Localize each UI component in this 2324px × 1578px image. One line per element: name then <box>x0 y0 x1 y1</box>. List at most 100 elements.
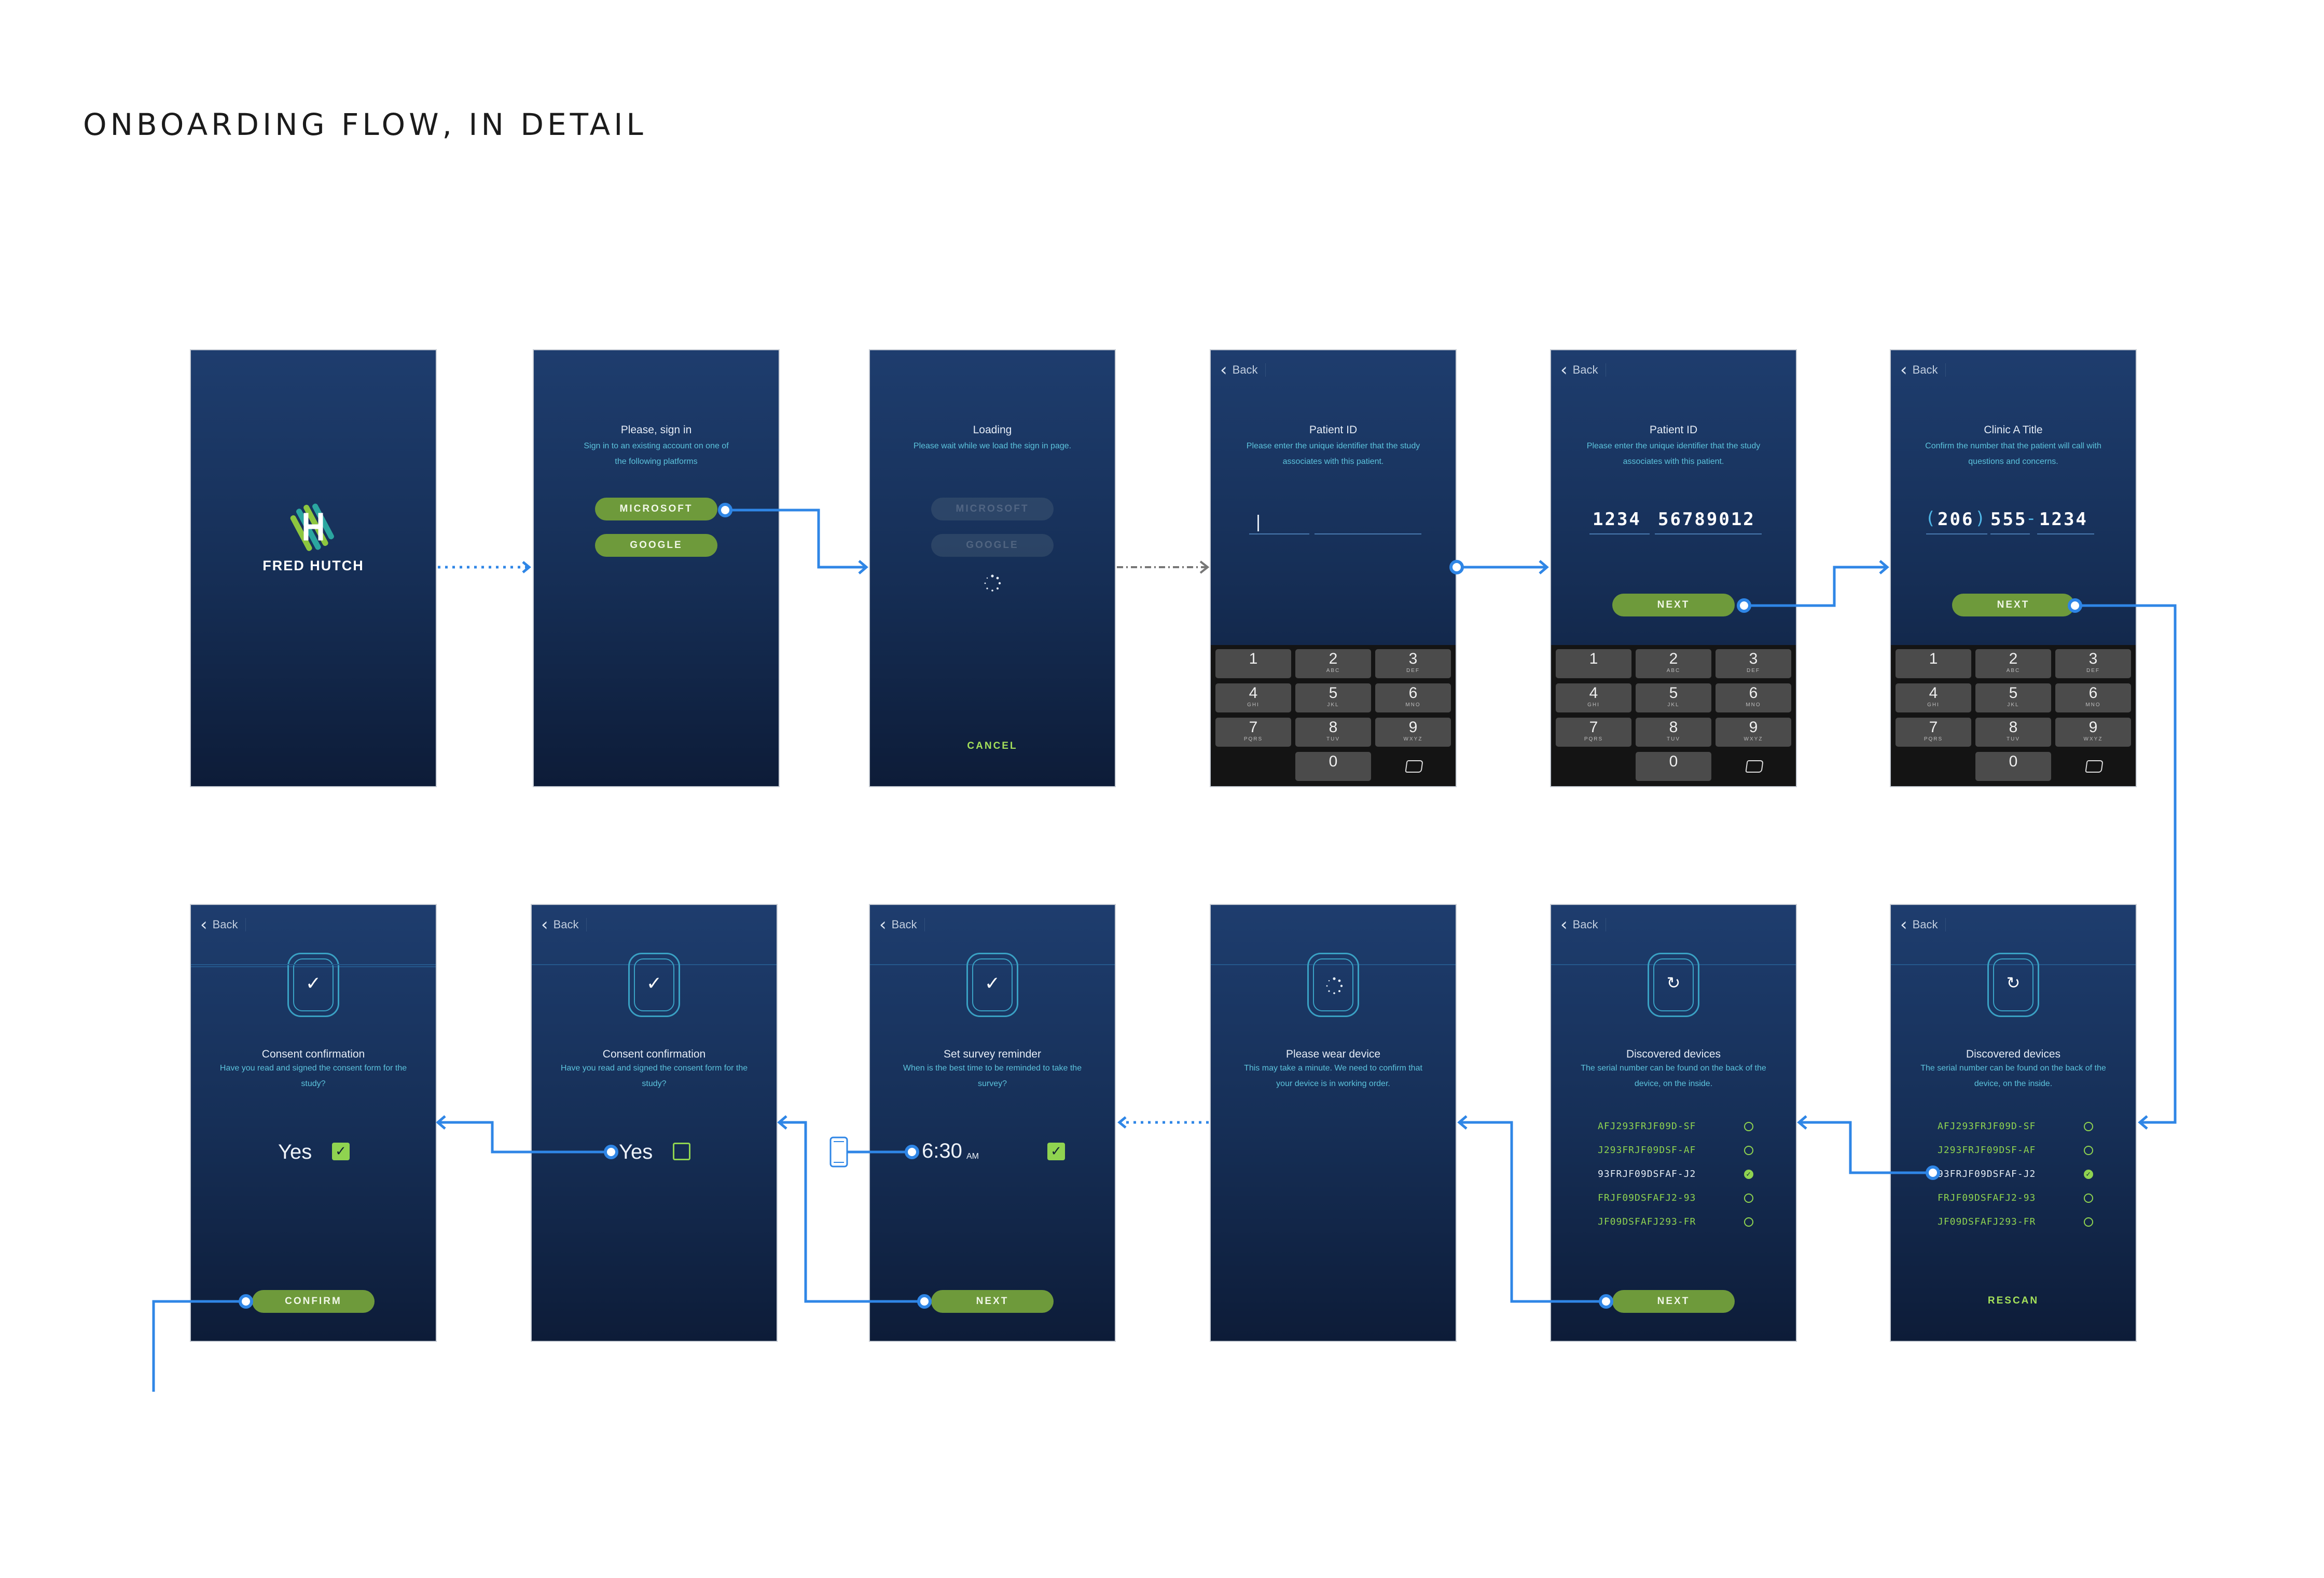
key-5[interactable]: 5 JKL <box>1636 683 1711 712</box>
microsoft-button[interactable]: MICROSOFT <box>595 498 717 520</box>
screen-devices-selected: ‹ Back ↻ Discovered devices The serial nu… <box>1551 905 1796 1341</box>
key-6[interactable]: 6 MNO <box>2055 683 2131 712</box>
back-button[interactable]: ‹ Back <box>1560 914 1606 935</box>
id-field-2[interactable] <box>1655 533 1762 534</box>
key-3[interactable]: 3 DEF <box>1716 649 1791 678</box>
arrowhead <box>858 560 868 574</box>
key-2[interactable]: 2 ABC <box>1636 649 1711 678</box>
cancel-button[interactable]: CANCEL <box>870 740 1115 752</box>
key-7[interactable]: 7 PQRS <box>1556 718 1631 747</box>
backspace-icon[interactable] <box>1405 760 1423 773</box>
back-button[interactable]: ‹ Back <box>1900 914 1946 935</box>
key-9[interactable]: 9 WXYZ <box>1716 718 1791 747</box>
back-button[interactable]: ‹ Back <box>541 914 587 935</box>
arrowhead <box>1457 1115 1468 1130</box>
reminder-checkbox-checked[interactable]: ✓ <box>1047 1143 1065 1160</box>
device-row[interactable]: FRJF09DSFAFJ2-93 <box>1598 1191 1753 1207</box>
key-1[interactable]: 1 <box>1896 649 1971 678</box>
fred-hutch-logo <box>290 503 334 551</box>
screen-title: Patient ID <box>1649 424 1698 436</box>
back-button[interactable]: ‹ Back <box>879 914 925 935</box>
device-row-selected[interactable]: 93FRJF09DSFAF-J2 ✓ <box>1598 1168 1753 1183</box>
key-6[interactable]: 6 MNO <box>1716 683 1791 712</box>
next-button[interactable]: NEXT <box>1952 594 2074 616</box>
google-button-disabled: GOOGLE <box>931 534 1054 557</box>
device-badge: ✓ <box>287 953 339 1017</box>
device-row[interactable]: JF09DSFAFJ293-FR <box>1938 1215 2093 1231</box>
backspace-icon[interactable] <box>2085 760 2104 773</box>
phone-field-end[interactable] <box>2037 533 2094 534</box>
logo-text: FRED HUTCH <box>262 558 364 573</box>
device-row[interactable]: AFJ293FRJF09D-SF <box>1598 1120 1753 1135</box>
screen-subtitle: The serial number can be found on the ba… <box>1581 1064 1766 1088</box>
key-7[interactable]: 7 PQRS <box>1215 718 1291 747</box>
screen-consent-unchecked: ‹ Back ✓ Consent confirmation Have you re… <box>532 905 777 1341</box>
key-0[interactable]: 0 <box>1636 752 1711 781</box>
arrowhead <box>2138 1115 2148 1130</box>
key-9[interactable]: 9 WXYZ <box>1375 718 1451 747</box>
key-8[interactable]: 8 TUV <box>1975 718 2051 747</box>
numeric-keypad: 1 2 ABC 3 DEF 4 GHI 5 JKL 6 MNO 7 PQRS 8 TUV 9W… <box>1891 645 2136 786</box>
device-row[interactable]: JF09DSFAFJ293-FR <box>1598 1215 1753 1231</box>
key-2[interactable]: 2 ABC <box>1975 649 2051 678</box>
id-field-1[interactable] <box>1249 533 1309 534</box>
device-row-selected[interactable]: 93FRJF09DSFAF-J2 ✓ <box>1938 1168 2093 1183</box>
chevron-left-icon: ‹ <box>541 914 548 935</box>
yes-label: Yes <box>619 1141 653 1163</box>
key-3[interactable]: 3 DEF <box>1375 649 1451 678</box>
arrowhead <box>1797 1115 1807 1130</box>
key-5[interactable]: 5 JKL <box>1295 683 1371 712</box>
backspace-icon[interactable] <box>1745 760 1764 773</box>
screen-subtitle: Sign in to an existing account on one of… <box>584 442 729 466</box>
key-5[interactable]: 5 JKL <box>1975 683 2051 712</box>
next-button[interactable]: NEXT <box>1612 594 1735 616</box>
next-button[interactable]: NEXT <box>931 1290 1054 1313</box>
id-field-1[interactable] <box>1589 533 1650 534</box>
arrowhead <box>1117 1116 1127 1129</box>
key-1[interactable]: 1 <box>1215 649 1291 678</box>
consent-checkbox-checked[interactable]: ✓ <box>332 1143 350 1160</box>
key-9[interactable]: 9 WXYZ <box>2055 718 2131 747</box>
confirm-button[interactable]: CONFIRM <box>252 1290 375 1313</box>
key-2[interactable]: 2 ABC <box>1295 649 1371 678</box>
back-button[interactable]: ‹ Back <box>1560 360 1606 380</box>
device-row[interactable]: J293FRJF09DSF-AF <box>1598 1144 1753 1159</box>
key-4[interactable]: 4 GHI <box>1896 683 1971 712</box>
screen-subtitle: Have you read and signed the consent for… <box>219 1064 407 1088</box>
key-1[interactable]: 1 <box>1556 649 1631 678</box>
screen-patient-id-filled: ‹ Back Patient ID Please enter the unique… <box>1551 350 1796 786</box>
key-7[interactable]: 7 PQRS <box>1896 718 1971 747</box>
key-0[interactable]: 0 <box>1295 752 1371 781</box>
key-6[interactable]: 6 MNO <box>1375 683 1451 712</box>
key-3[interactable]: 3 DEF <box>2055 649 2131 678</box>
reminder-time[interactable]: 6:30 <box>922 1140 962 1163</box>
radio-icon <box>1744 1122 1753 1131</box>
screen-title: Discovered devices <box>1966 1048 2061 1060</box>
screen-survey-reminder: ‹ Back ✓ Set survey reminder When is the … <box>870 905 1115 1341</box>
back-button[interactable]: ‹ Back <box>1220 360 1266 380</box>
key-8[interactable]: 8 TUV <box>1636 718 1711 747</box>
device-row[interactable]: AFJ293FRJF09D-SF <box>1938 1120 2093 1135</box>
microsoft-button-disabled: MICROSOFT <box>931 498 1054 520</box>
device-row[interactable]: FRJF09DSFAFJ2-93 <box>1938 1191 2093 1207</box>
key-0[interactable]: 0 <box>1975 752 2051 781</box>
key-4[interactable]: 4 GHI <box>1215 683 1291 712</box>
phone-field-area[interactable] <box>1926 533 1987 534</box>
consent-checkbox-unchecked[interactable] <box>673 1143 690 1160</box>
next-button[interactable]: NEXT <box>1612 1290 1735 1313</box>
radio-icon <box>2084 1193 2093 1203</box>
key-8[interactable]: 8 TUV <box>1295 718 1371 747</box>
id-field-2[interactable] <box>1315 533 1421 534</box>
screen-patient-id-empty: ‹ Back Patient ID Please enter the unique… <box>1211 350 1456 786</box>
screen-subtitle: Have you read and signed the consent for… <box>560 1064 748 1088</box>
device-row[interactable]: J293FRJF09DSF-AF <box>1938 1144 2093 1159</box>
rescan-button[interactable]: RESCAN <box>1891 1295 2136 1307</box>
reminder-ampm: AM <box>966 1152 979 1161</box>
back-button[interactable]: ‹ Back <box>200 914 246 935</box>
phone-field-mid[interactable] <box>1990 533 2030 534</box>
device-badge: ↻ <box>1648 953 1699 1017</box>
key-4[interactable]: 4 GHI <box>1556 683 1631 712</box>
google-button[interactable]: GOOGLE <box>595 534 717 557</box>
back-button[interactable]: ‹ Back <box>1900 360 1946 380</box>
phone-area-code: 206 <box>1938 509 1974 530</box>
